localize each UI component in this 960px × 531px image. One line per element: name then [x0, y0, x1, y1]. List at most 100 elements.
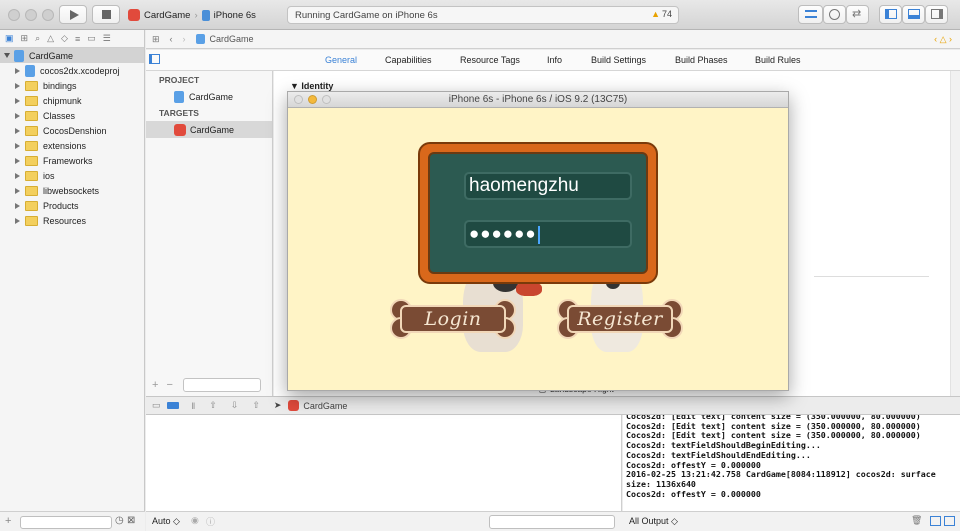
- run-button[interactable]: [59, 5, 87, 24]
- step-in-icon[interactable]: ⇩: [231, 400, 239, 411]
- nav-item-frameworks[interactable]: Frameworks: [0, 153, 144, 168]
- register-button[interactable]: Register: [555, 297, 685, 341]
- debug-icon[interactable]: ≡: [75, 34, 80, 44]
- disclosure-closed-icon[interactable]: [15, 187, 20, 194]
- report-icon[interactable]: ☰: [103, 33, 111, 44]
- nav-item-label: CocosDenshion: [43, 125, 107, 136]
- disclosure-closed-icon[interactable]: [15, 67, 20, 74]
- split-right-icon[interactable]: [944, 516, 955, 526]
- scheme-selector[interactable]: CardGame › iPhone 6s: [128, 6, 256, 24]
- console-output[interactable]: Cocos2d: [Edit text] content size = (350…: [623, 415, 960, 511]
- tab-general[interactable]: General: [325, 55, 357, 65]
- split-left-icon[interactable]: [930, 516, 941, 526]
- toggle-debug-area-button[interactable]: [902, 5, 925, 24]
- nav-item-products[interactable]: Products: [0, 198, 144, 213]
- nav-item-bindings[interactable]: bindings: [0, 78, 144, 93]
- navigator-filter-input[interactable]: [20, 516, 112, 529]
- target-item[interactable]: CardGame: [146, 121, 272, 138]
- related-items-icon[interactable]: ⊞: [152, 34, 160, 45]
- username-field[interactable]: haomengzhu: [464, 172, 632, 200]
- disclosure-closed-icon[interactable]: [15, 127, 20, 134]
- play-icon: [70, 10, 79, 20]
- disclosure-closed-icon[interactable]: [15, 82, 20, 89]
- tab-capabilities[interactable]: Capabilities: [385, 55, 432, 65]
- tab-build-settings[interactable]: Build Settings: [591, 55, 646, 65]
- project-item[interactable]: CardGame: [146, 88, 272, 105]
- output-selector[interactable]: All Output ◇: [629, 516, 678, 527]
- nav-item-libwebsockets[interactable]: libwebsockets: [0, 183, 144, 198]
- disclosure-closed-icon[interactable]: [15, 217, 20, 224]
- version-editor-button[interactable]: ⇄: [846, 5, 869, 24]
- tab-build-phases[interactable]: Build Phases: [675, 55, 728, 65]
- recent-files-icon[interactable]: ◷: [115, 515, 124, 526]
- scm-filter-icon[interactable]: ⊠: [127, 515, 135, 526]
- nav-item-cocos2dx-xcodeproj[interactable]: cocos2dx.xcodeproj: [0, 63, 144, 78]
- info-icon[interactable]: ⓘ: [206, 515, 215, 528]
- issue-nav-icon[interactable]: ‹ △ ›: [934, 34, 952, 45]
- nav-item-classes[interactable]: Classes: [0, 108, 144, 123]
- step-over-icon[interactable]: ⇧: [209, 400, 217, 411]
- nav-item-cocosdenshion[interactable]: CocosDenshion: [0, 123, 144, 138]
- auto-selector[interactable]: Auto ◇: [152, 516, 180, 527]
- tab-build-rules[interactable]: Build Rules: [755, 55, 801, 65]
- warnings-badge[interactable]: ▲ 74: [651, 9, 672, 19]
- pause-icon[interactable]: ‖: [192, 401, 196, 411]
- hide-debug-icon[interactable]: ▭: [152, 400, 161, 411]
- jump-bar-file[interactable]: CardGame: [210, 34, 254, 44]
- folder-icon: [25, 80, 38, 91]
- password-field[interactable]: ●●●●●●: [464, 220, 632, 248]
- nav-item-extensions[interactable]: extensions: [0, 138, 144, 153]
- assistant-editor-button[interactable]: [823, 5, 846, 24]
- sidebar-toggle-icon[interactable]: [149, 54, 160, 64]
- warning-icon[interactable]: △: [47, 33, 54, 44]
- folder-icon: [25, 125, 38, 136]
- standard-editor-button[interactable]: [798, 5, 823, 24]
- login-button[interactable]: Login: [388, 297, 518, 341]
- add-icon[interactable]: +: [5, 515, 11, 527]
- tab-info[interactable]: Info: [547, 55, 562, 65]
- minimize-window-button[interactable]: [25, 9, 37, 21]
- disclosure-closed-icon[interactable]: [15, 172, 20, 179]
- nav-item-resources[interactable]: Resources: [0, 213, 144, 228]
- tab-resource-tags[interactable]: Resource Tags: [460, 55, 520, 65]
- test-icon[interactable]: ◇: [61, 33, 68, 44]
- disclosure-closed-icon[interactable]: [15, 157, 20, 164]
- back-icon[interactable]: ‹: [170, 34, 173, 44]
- disclosure-closed-icon[interactable]: [15, 112, 20, 119]
- toggle-navigator-button[interactable]: [879, 5, 902, 24]
- zoom-window-button[interactable]: [42, 9, 54, 21]
- location-icon[interactable]: ➤: [274, 400, 282, 411]
- disclosure-closed-icon[interactable]: [15, 142, 20, 149]
- close-window-button[interactable]: [8, 9, 20, 21]
- symbol-icon[interactable]: ⊞: [21, 33, 29, 44]
- identity-section-header[interactable]: ▼ Identity: [290, 81, 333, 91]
- disclosure-closed-icon[interactable]: [15, 202, 20, 209]
- breakpoints-toggle-icon[interactable]: [166, 402, 179, 409]
- folder-icon[interactable]: ▣: [5, 33, 14, 44]
- targets-filter-input[interactable]: [182, 378, 261, 392]
- search-icon[interactable]: ⌕: [35, 33, 40, 44]
- nav-item-ios[interactable]: ios: [0, 168, 144, 183]
- add-target-icon[interactable]: +: [152, 379, 158, 391]
- sim-minimize-button[interactable]: [308, 95, 317, 104]
- step-out-icon[interactable]: ⇧: [252, 400, 260, 411]
- sim-zoom-button[interactable]: [322, 95, 331, 104]
- board-panel: haomengzhu ●●●●●●: [428, 152, 648, 274]
- nav-item-cardgame[interactable]: CardGame: [0, 48, 144, 63]
- variables-filter-input[interactable]: [489, 515, 615, 529]
- sim-close-button[interactable]: [294, 95, 303, 104]
- forward-icon[interactable]: ›: [183, 34, 186, 44]
- nav-item-chipmunk[interactable]: chipmunk: [0, 93, 144, 108]
- stop-button[interactable]: [92, 5, 120, 24]
- lines-icon: [805, 10, 817, 18]
- disclosure-closed-icon[interactable]: [15, 97, 20, 104]
- breakpoint-icon[interactable]: ▭: [87, 33, 96, 44]
- eye-icon[interactable]: ◉: [191, 515, 199, 526]
- editor-scrollbar[interactable]: [950, 71, 960, 396]
- register-button-label: Register: [577, 308, 663, 330]
- trash-icon[interactable]: 🗑: [911, 515, 922, 526]
- disclosure-open-icon[interactable]: [4, 53, 10, 58]
- debug-target-label: CardGame: [303, 400, 348, 411]
- toggle-utilities-button[interactable]: [925, 5, 948, 24]
- remove-target-icon[interactable]: −: [166, 379, 172, 391]
